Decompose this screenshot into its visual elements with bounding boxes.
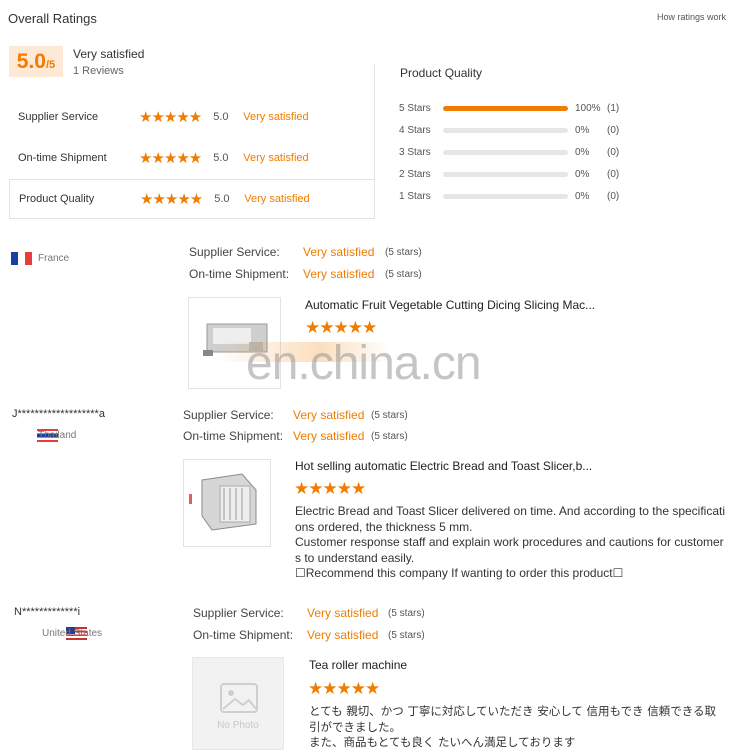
star-rating-icon: ★★★★★ xyxy=(139,108,202,126)
product-title-link[interactable]: Automatic Fruit Vegetable Cutting Dicing… xyxy=(305,298,595,312)
category-satisfaction: Very satisfied xyxy=(243,152,309,164)
star-level-label: 3 Stars xyxy=(399,146,431,158)
bread-slicer-image xyxy=(189,473,257,531)
product-star-rating-icon: ★★★★★ xyxy=(294,479,366,498)
shipment-stars: (5 stars) xyxy=(388,630,425,641)
star-level-label: 5 Stars xyxy=(399,102,431,114)
rating-count: (0) xyxy=(607,146,620,158)
reviewer-name: J*******************a xyxy=(12,408,105,420)
category-value: 5.0 xyxy=(213,152,229,164)
star-breakdown-row: 1 Stars 0% (0) xyxy=(399,189,619,203)
shipment-value: Very satisfied xyxy=(303,267,375,281)
rating-percent: 100% xyxy=(575,102,601,114)
rating-count: (1) xyxy=(607,102,620,114)
supplier-service-label: Supplier Service: xyxy=(189,245,280,259)
review-text: とても 親切、かつ 丁寧に対応していただき 安心して 信用もでき 信頼できる取 … xyxy=(309,704,749,750)
rating-percent: 0% xyxy=(575,124,590,136)
shipment-label: On-time Shipment: xyxy=(193,628,294,642)
rating-bar-fill xyxy=(443,105,568,111)
no-photo-label: No Photo xyxy=(217,720,259,731)
rating-bar xyxy=(443,105,568,111)
reviewer-country: United States xyxy=(42,628,103,639)
supplier-service-stars: (5 stars) xyxy=(388,608,425,619)
reviewer-name: N*************i xyxy=(14,606,81,618)
supplier-service-label: Supplier Service: xyxy=(183,408,274,422)
shipment-value: Very satisfied xyxy=(293,429,365,443)
divider xyxy=(374,64,375,219)
star-level-label: 1 Stars xyxy=(399,190,431,202)
supplier-service-value: Very satisfied xyxy=(303,245,375,259)
product-thumbnail[interactable]: No Photo xyxy=(192,657,284,750)
star-level-label: 4 Stars xyxy=(399,124,431,136)
overall-score-badge: 5.0 /5 xyxy=(9,46,63,77)
rating-bar xyxy=(443,127,568,133)
overall-satisfaction: Very satisfied xyxy=(73,47,145,61)
review-text: Electric Bread and Toast Slicer delivere… xyxy=(295,504,745,582)
rating-bar xyxy=(443,149,568,155)
category-name: Supplier Service xyxy=(18,111,99,123)
review-count: 1 Reviews xyxy=(73,65,124,77)
review-text-line: Customer response staff and explain work… xyxy=(295,535,724,549)
product-thumbnail[interactable] xyxy=(183,459,271,547)
shipment-stars: (5 stars) xyxy=(385,269,422,280)
shipment-stars: (5 stars) xyxy=(371,431,408,442)
category-name: Product Quality xyxy=(19,193,95,205)
rating-count: (0) xyxy=(607,168,620,180)
category-name: On-time Shipment xyxy=(18,152,107,164)
supplier-service-value: Very satisfied xyxy=(293,408,365,422)
rating-percent: 0% xyxy=(575,146,590,158)
review-text-line: Electric Bread and Toast Slicer delivere… xyxy=(295,504,726,518)
page-title: Overall Ratings xyxy=(8,11,97,26)
watermark-text: en.china.cn xyxy=(246,337,482,390)
category-product-quality[interactable]: Product Quality ★★★★★ 5.0 Very satisfied xyxy=(9,179,374,219)
rating-bar xyxy=(443,171,568,177)
reviewer-country: France xyxy=(38,253,70,264)
france-flag-icon xyxy=(11,252,32,265)
shipment-label: On-time Shipment: xyxy=(183,429,284,443)
shipment-value: Very satisfied xyxy=(307,628,379,642)
category-supplier-service[interactable]: Supplier Service ★★★★★ 5.0 Very satisfie… xyxy=(9,97,374,137)
product-title-link[interactable]: Tea roller machine xyxy=(309,658,407,672)
product-star-rating-icon: ★★★★★ xyxy=(305,318,377,337)
star-level-label: 2 Stars xyxy=(399,168,431,180)
supplier-service-label: Supplier Service: xyxy=(193,606,284,620)
how-ratings-work-link[interactable]: How ratings work xyxy=(657,12,726,22)
supplier-service-stars: (5 stars) xyxy=(371,410,408,421)
star-breakdown-row: 5 Stars 100% (1) xyxy=(399,101,619,115)
reviewer-country: Thailand xyxy=(38,430,77,441)
star-breakdown-row: 3 Stars 0% (0) xyxy=(399,145,619,159)
overall-score-suffix: /5 xyxy=(46,59,56,71)
product-star-rating-icon: ★★★★★ xyxy=(308,679,380,698)
shipment-label: On-time Shipment: xyxy=(189,267,290,281)
rating-bar xyxy=(443,193,568,199)
star-rating-icon: ★★★★★ xyxy=(140,190,203,208)
star-breakdown-row: 4 Stars 0% (0) xyxy=(399,123,619,137)
category-on-time-shipment[interactable]: On-time Shipment ★★★★★ 5.0 Very satisfie… xyxy=(9,138,374,178)
supplier-service-stars: (5 stars) xyxy=(385,247,422,258)
review-text-line: 引ができました。 xyxy=(309,719,401,734)
rating-percent: 0% xyxy=(575,190,590,202)
rating-count: (0) xyxy=(607,190,620,202)
star-rating-icon: ★★★★★ xyxy=(139,149,202,167)
product-title-link[interactable]: Hot selling automatic Electric Bread and… xyxy=(295,459,592,473)
overall-score: 5.0 xyxy=(16,50,46,73)
star-breakdown-row: 2 Stars 0% (0) xyxy=(399,167,619,181)
rating-count: (0) xyxy=(607,124,620,136)
product-quality-title: Product Quality xyxy=(400,66,483,80)
category-satisfaction: Very satisfied xyxy=(243,111,309,123)
review-text-line: ons ordered, the thickness 5 mm. xyxy=(295,519,473,534)
supplier-service-value: Very satisfied xyxy=(307,606,379,620)
review-text-line: ☐Recommend this company If wanting to or… xyxy=(295,566,624,580)
review-text-line: また、商品もとても良く たいへん満足しております xyxy=(309,735,576,749)
category-satisfaction: Very satisfied xyxy=(244,193,310,205)
review-text-line: とても 親切、かつ 丁寧に対応していただき 安心して 信用もでき 信頼できる取 xyxy=(309,704,716,718)
category-value: 5.0 xyxy=(214,193,230,205)
category-value: 5.0 xyxy=(213,111,229,123)
review-text-line: s to understand easily. xyxy=(295,550,415,565)
rating-percent: 0% xyxy=(575,168,590,180)
